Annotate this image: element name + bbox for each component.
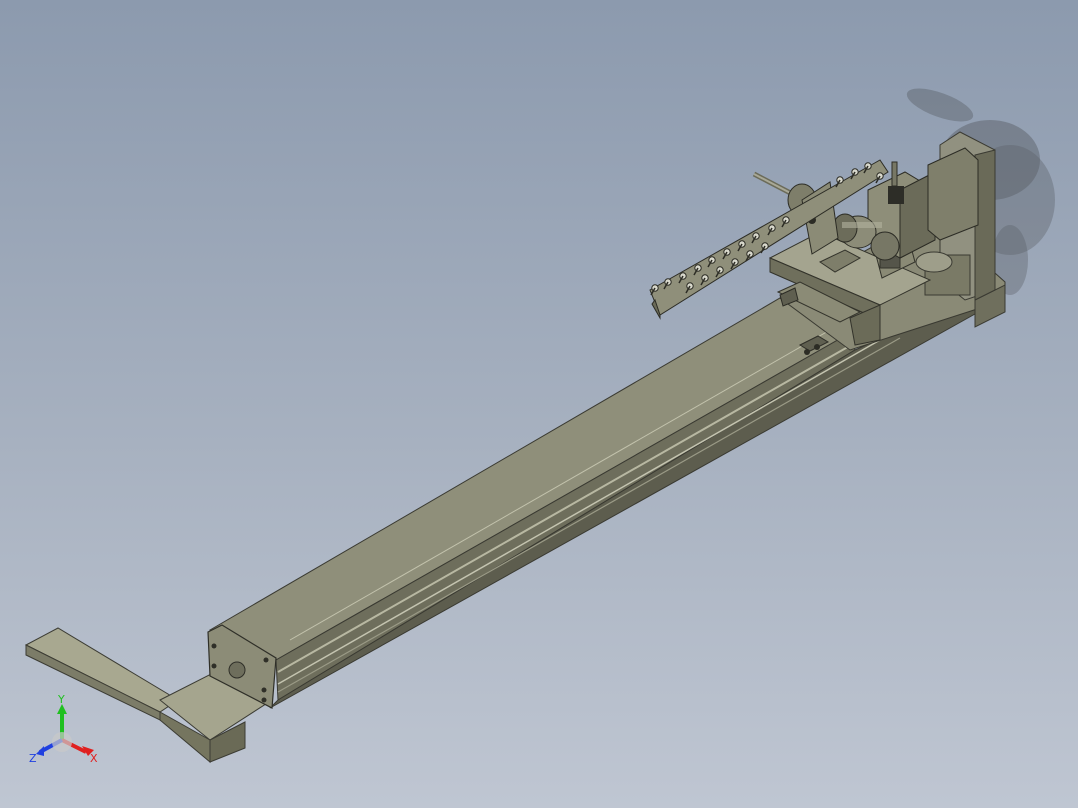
linear-module[interactable] [207,284,1001,709]
z-arrow-icon [36,746,44,756]
graphics-viewport[interactable]: Y X Z [0,0,1078,808]
triad-origin [52,732,72,752]
y-axis-label: Y [57,694,65,706]
view-triad[interactable]: Y X Z [26,694,106,768]
x-axis-label: X [90,752,98,765]
z-axis-label: Z [29,752,37,765]
cad-model[interactable] [0,0,1078,808]
